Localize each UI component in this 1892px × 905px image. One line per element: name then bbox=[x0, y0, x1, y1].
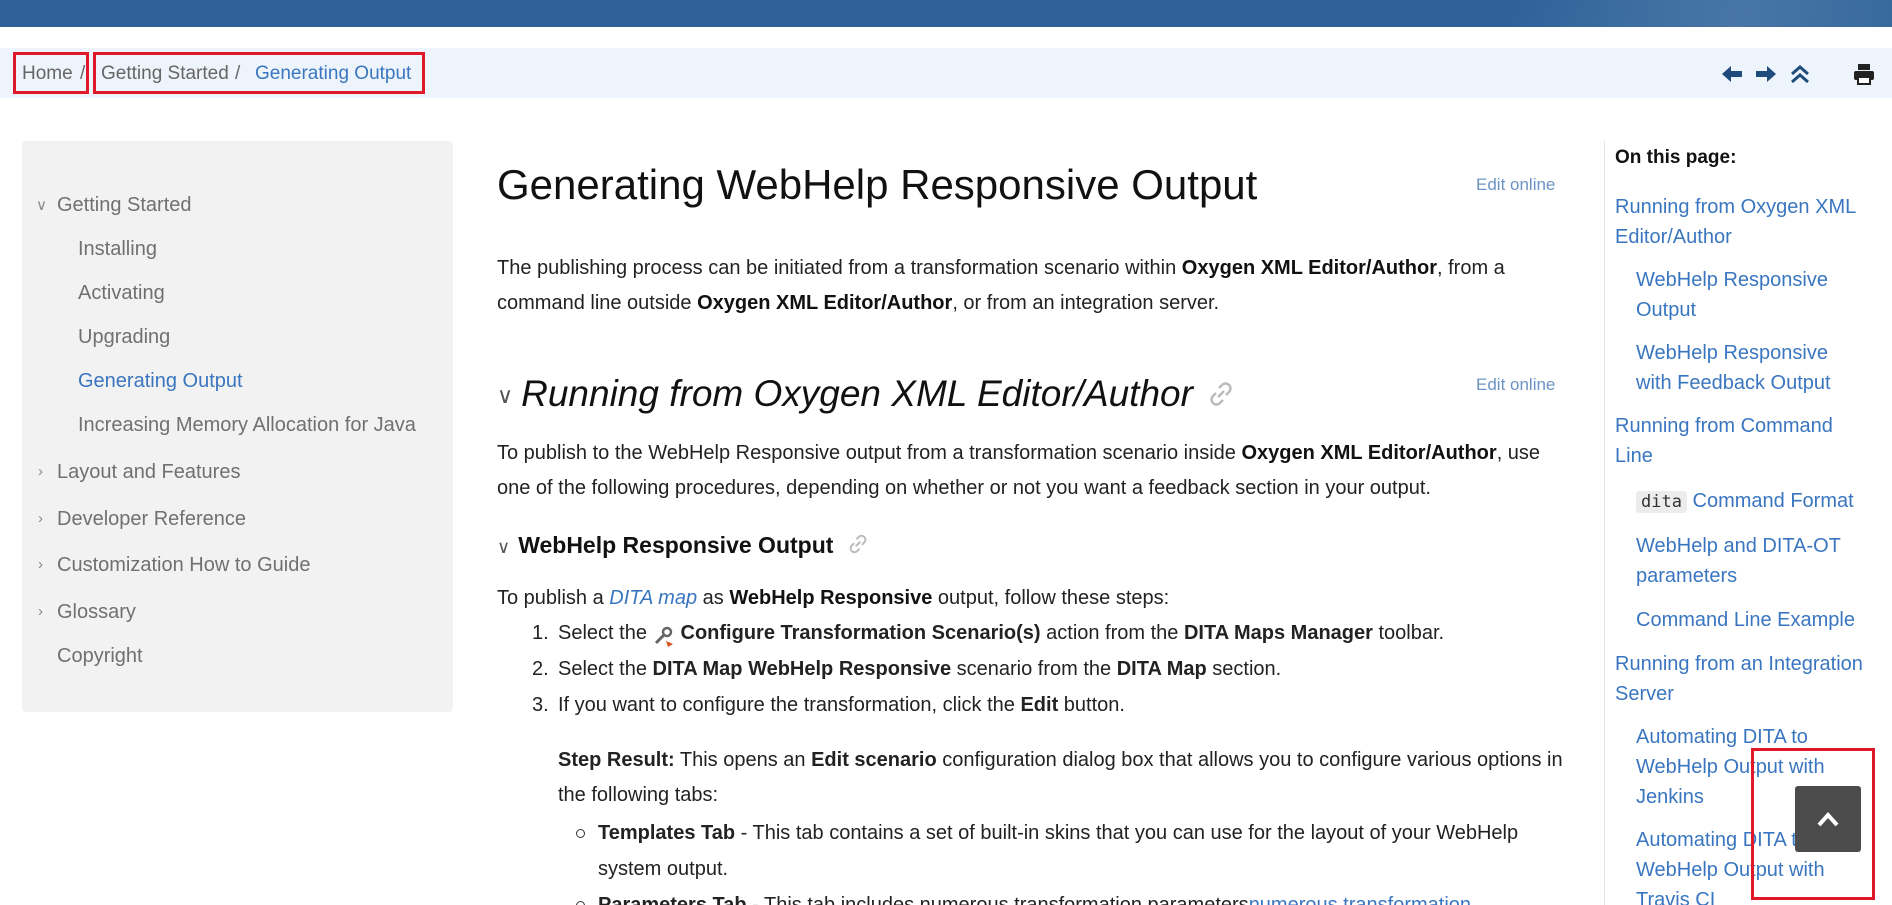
chevron-right-icon[interactable]: › bbox=[38, 459, 43, 485]
chevron-right-icon[interactable]: › bbox=[38, 552, 43, 578]
toc-item-customization[interactable]: Customization How to Guide bbox=[57, 552, 310, 578]
breadcrumb-separator: / bbox=[80, 63, 86, 84]
subsection-heading: ∨ WebHelp Responsive Output bbox=[497, 529, 869, 563]
chevron-up-icon bbox=[1817, 812, 1839, 827]
toc-item-memory-allocation[interactable]: Increasing Memory Allocation for Java bbox=[78, 412, 416, 438]
link-icon[interactable] bbox=[1207, 372, 1235, 420]
printer-icon[interactable] bbox=[1850, 60, 1878, 88]
breadcrumb-getting-started[interactable]: Getting Started bbox=[101, 62, 229, 86]
toc-item-activating[interactable]: Activating bbox=[78, 280, 165, 306]
toc-item-glossary[interactable]: Glossary bbox=[57, 599, 136, 625]
steps-lead: To publish a DITA map as WebHelp Respons… bbox=[497, 587, 1170, 609]
transformation-parameters-link[interactable]: numerous transformation bbox=[1249, 894, 1471, 905]
link-icon[interactable] bbox=[847, 531, 869, 563]
breadcrumb-home[interactable]: Home bbox=[22, 62, 73, 86]
otp-link-command-line[interactable]: Running from Command Line bbox=[1615, 411, 1855, 471]
toc-item-installing[interactable]: Installing bbox=[78, 236, 157, 262]
dita-map-link[interactable]: DITA map bbox=[609, 587, 697, 609]
toc-item-layout-features[interactable]: Layout and Features bbox=[57, 459, 240, 485]
top-header-bar bbox=[0, 0, 1892, 27]
toc-item-developer-reference[interactable]: Developer Reference bbox=[57, 506, 246, 532]
intro-paragraph: The publishing process can be initiated … bbox=[497, 257, 1505, 314]
otp-link-integration-server[interactable]: Running from an Integration Server bbox=[1615, 649, 1875, 709]
toc-item-upgrading[interactable]: Upgrading bbox=[78, 324, 170, 350]
steps-list: 1. Select the Configure Transformation Sc… bbox=[532, 615, 1572, 723]
header-decoration bbox=[1512, 0, 1892, 27]
double-chevron-up-icon[interactable] bbox=[1786, 60, 1814, 88]
section-heading: ∨ Running from Oxygen XML Editor/Author bbox=[497, 370, 1235, 420]
toc-item-copyright[interactable]: Copyright bbox=[57, 643, 143, 669]
otp-link-running-oxygen[interactable]: Running from Oxygen XML Editor/Author bbox=[1615, 192, 1875, 252]
scroll-to-top-button[interactable] bbox=[1795, 786, 1861, 852]
breadcrumb-separator: / bbox=[235, 63, 241, 84]
wrench-icon bbox=[653, 623, 675, 647]
step-result: Step Result: This opens an Edit scenario… bbox=[558, 749, 1563, 806]
list-item: 3. If you want to configure the transform… bbox=[532, 694, 1125, 716]
collapse-chevron-icon[interactable]: ∨ bbox=[497, 372, 513, 420]
arrow-left-icon[interactable] bbox=[1718, 60, 1746, 88]
otp-link-webhelp-feedback[interactable]: WebHelp Responsive with Feedback Output bbox=[1636, 338, 1856, 398]
bullet-icon bbox=[576, 901, 585, 905]
otp-link-webhelp-responsive[interactable]: WebHelp Responsive Output bbox=[1636, 265, 1856, 325]
page-title: Generating WebHelp Responsive Output bbox=[497, 161, 1258, 208]
section-paragraph: To publish to the WebHelp Responsive out… bbox=[497, 442, 1541, 499]
bullet-icon bbox=[576, 829, 585, 838]
edit-online-link[interactable]: Edit online bbox=[1476, 375, 1555, 395]
toc-item-getting-started[interactable]: Getting Started bbox=[57, 192, 192, 218]
breadcrumb-current[interactable]: Generating Output bbox=[255, 62, 411, 86]
collapse-chevron-icon[interactable]: ∨ bbox=[497, 531, 510, 563]
list-item: Templates Tab - This tab contains a set … bbox=[576, 815, 1568, 887]
otp-link-ditaot-params[interactable]: WebHelp and DITA-OT parameters bbox=[1636, 531, 1866, 591]
chevron-down-icon[interactable]: ∨ bbox=[36, 193, 47, 219]
arrow-right-icon[interactable] bbox=[1752, 60, 1780, 88]
otp-link-command-example[interactable]: Command Line Example bbox=[1636, 605, 1886, 635]
edit-online-link[interactable]: Edit online bbox=[1476, 175, 1555, 195]
otp-link-command-format[interactable]: dita Command Format bbox=[1636, 486, 1892, 517]
list-item: Parameters Tab - This tab includes numer… bbox=[576, 887, 1568, 905]
list-item: 1. Select the Configure Transformation Sc… bbox=[532, 615, 1572, 651]
list-item: 2. Select the DITA Map WebHelp Responsive… bbox=[532, 658, 1282, 680]
chevron-right-icon[interactable]: › bbox=[38, 506, 43, 532]
on-this-page-title: On this page: bbox=[1615, 147, 1737, 168]
chevron-right-icon[interactable]: › bbox=[38, 599, 43, 625]
toc-item-generating-output[interactable]: Generating Output bbox=[78, 368, 243, 394]
